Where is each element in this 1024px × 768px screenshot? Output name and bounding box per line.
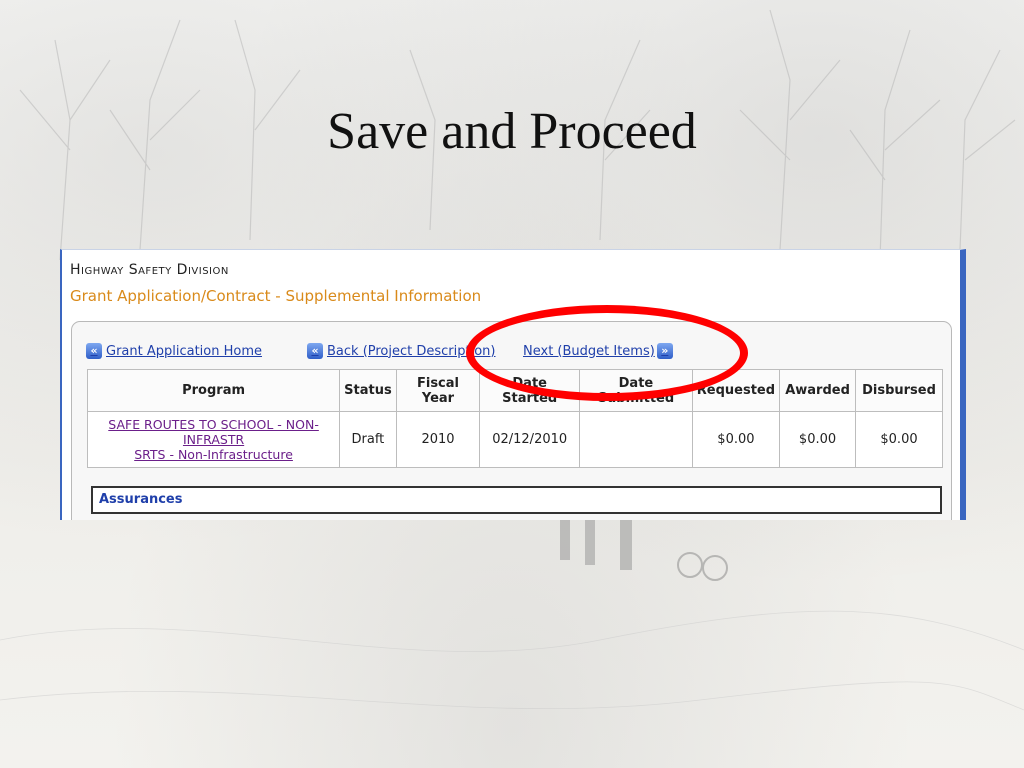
app-screenshot: Highway Safety Division Grant Applicatio… (60, 249, 966, 520)
header-disbursed: Disbursed (855, 369, 943, 412)
awarded-cell: $0.00 (779, 411, 857, 468)
header-date-submitted: Date Submitted (579, 369, 693, 412)
table-row: SAFE ROUTES TO SCHOOL - NON- INFRASTR SR… (86, 411, 943, 468)
header-date-started-line1: Date (512, 375, 547, 391)
disbursed-cell: $0.00 (855, 411, 943, 468)
header-fiscal-year-line1: Fiscal (416, 375, 459, 391)
requested-cell: $0.00 (691, 411, 781, 468)
grant-application-home-link[interactable]: « Grant Application Home (86, 343, 262, 359)
header-awarded: Awarded (779, 369, 857, 412)
header-date-submitted-line1: Date (618, 375, 654, 391)
next-budget-items-label: Next (Budget Items) (523, 343, 655, 359)
next-budget-items-link[interactable]: Next (Budget Items) » (523, 343, 673, 359)
page-subtitle: Grant Application/Contract - Supplementa… (70, 287, 482, 305)
program-link-line2[interactable]: INFRASTR (92, 432, 335, 447)
double-left-arrow-icon: « (86, 343, 102, 359)
grant-application-home-label: Grant Application Home (106, 343, 263, 359)
program-table: Program Status Fiscal Year Date Started … (86, 369, 943, 468)
division-heading: Highway Safety Division (70, 262, 229, 278)
header-date-submitted-line2: Submitted (597, 390, 675, 406)
header-status: Status (339, 369, 397, 412)
program-cell[interactable]: SAFE ROUTES TO SCHOOL - NON- INFRASTR SR… (86, 411, 341, 468)
date-started-cell: 02/12/2010 (479, 411, 581, 468)
header-requested: Requested (691, 369, 781, 412)
fiscal-year-cell: 2010 (395, 411, 481, 468)
slide-title: Save and Proceed (327, 103, 697, 160)
header-date-started: Date Started (479, 369, 581, 412)
status-cell: Draft (339, 411, 397, 468)
double-left-arrow-icon: « (307, 343, 323, 359)
header-program: Program (86, 369, 341, 412)
table-header-row: Program Status Fiscal Year Date Started … (86, 369, 943, 412)
header-date-started-line2: Started (502, 390, 558, 406)
assurances-section-header[interactable]: Assurances (91, 486, 942, 514)
back-project-description-label: Back (Project Description) (327, 343, 496, 359)
double-right-arrow-icon: » (656, 343, 673, 359)
content-panel: « Grant Application Home « Back (Project… (71, 321, 952, 520)
program-link-line1[interactable]: SAFE ROUTES TO SCHOOL - NON- (92, 417, 335, 432)
header-fiscal-year-line2: Year (421, 390, 455, 406)
back-project-description-link[interactable]: « Back (Project Description) (307, 343, 496, 359)
program-link-line3[interactable]: SRTS - Non-Infrastructure (92, 447, 335, 462)
header-fiscal-year: Fiscal Year (395, 369, 481, 412)
date-submitted-cell (579, 411, 693, 468)
